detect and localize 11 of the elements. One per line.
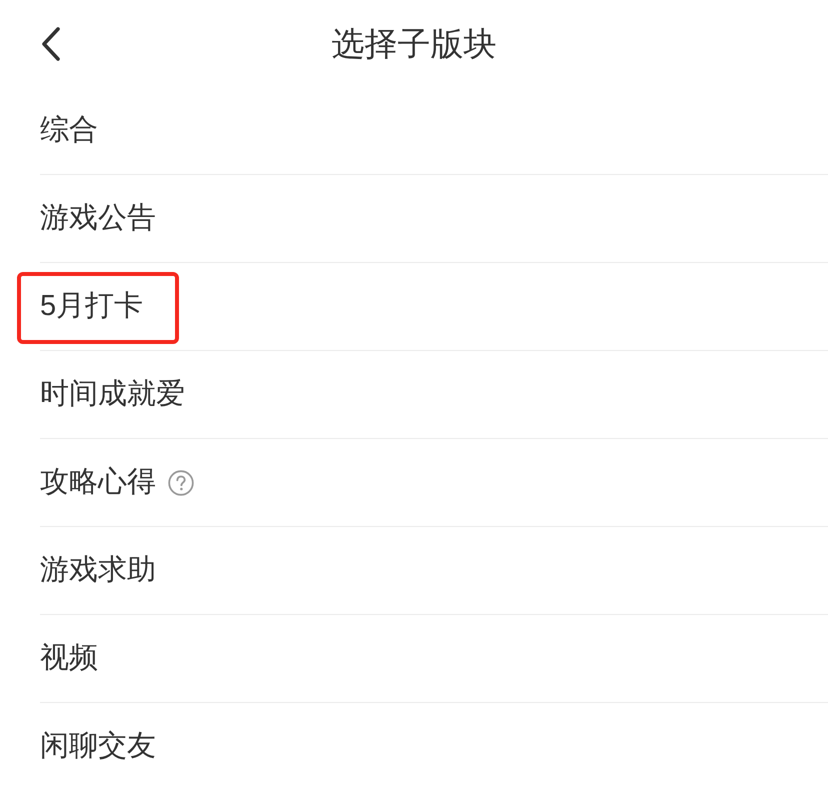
board-item[interactable]: 综合 [40, 87, 828, 175]
board-item[interactable]: 闲聊交友 [40, 703, 828, 790]
board-item[interactable]: 游戏求助 [40, 527, 828, 615]
board-item[interactable]: 时间成就爱 [40, 351, 828, 439]
board-item[interactable]: 视频 [40, 615, 828, 703]
board-item[interactable]: 5月打卡 [40, 263, 828, 351]
help-icon[interactable] [168, 470, 194, 496]
board-item[interactable]: 游戏公告 [40, 175, 828, 263]
back-icon [40, 26, 62, 60]
page-title: 选择子版块 [332, 27, 496, 60]
board-item[interactable]: 攻略心得 [40, 439, 828, 527]
